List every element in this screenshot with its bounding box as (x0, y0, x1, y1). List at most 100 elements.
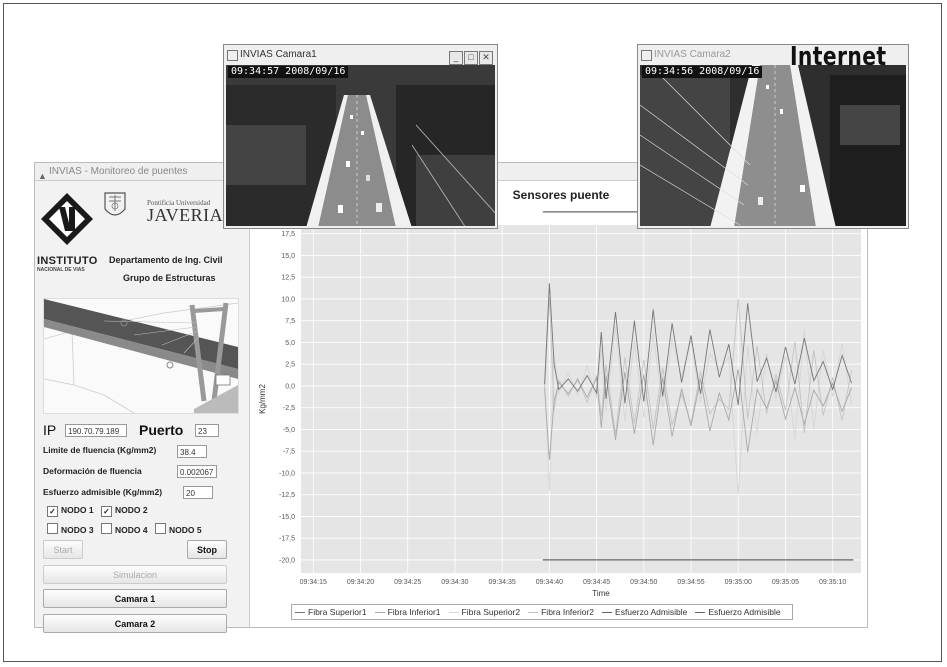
legend-item: Fibra Inferior1 (374, 607, 441, 617)
simulation-button[interactable]: Simulacion (43, 565, 227, 584)
y-tick-label: -17,5 (279, 536, 295, 543)
node-5-checkbox[interactable]: NODO 5 (155, 523, 202, 535)
chart-title: Sensores puente (513, 188, 610, 202)
node-2-label: NODO 2 (115, 505, 148, 515)
x-tick-label: 09:34:35 (489, 579, 516, 586)
internet-label: Internet (790, 42, 887, 72)
y-tick-label: -2,5 (283, 405, 295, 412)
bridge-model-image (43, 298, 239, 414)
node-2-checkbox[interactable]: ✓ NODO 2 (101, 505, 148, 517)
legend-label: Fibra Inferior2 (541, 607, 595, 617)
legend-swatch (448, 612, 459, 614)
invias-institute-name: INSTITUTO (37, 255, 98, 267)
javeriana-seal-icon (104, 192, 126, 216)
y-axis-label: Kg/mm2 (258, 384, 267, 414)
node-3-checkbox[interactable]: NODO 3 (47, 523, 94, 535)
x-tick-label: 09:34:40 (536, 579, 563, 586)
legend-item: Fibra Superior2 (448, 607, 521, 617)
camera-1-title: INVIAS Camara1 (240, 49, 317, 60)
node-3-label: NODO 3 (61, 525, 94, 535)
legend-label: Fibra Inferior1 (387, 607, 441, 617)
legend-swatch (374, 612, 385, 614)
legend-label: Esfuerzo Admisible (708, 607, 781, 617)
legend-swatch (695, 612, 706, 614)
x-tick-label: 09:34:25 (394, 579, 421, 586)
y-tick-label: -12,5 (279, 492, 295, 499)
java-app-icon (641, 50, 652, 61)
checkbox-unchecked-icon (155, 523, 166, 534)
start-button[interactable]: Start (43, 540, 83, 559)
camera-2-title: INVIAS Camara2 (654, 49, 731, 60)
y-tick-label: 2,5 (285, 362, 295, 369)
stop-button[interactable]: Stop (187, 540, 227, 559)
legend-label: Fibra Superior1 (308, 607, 367, 617)
x-tick-label: 09:34:20 (347, 579, 374, 586)
yield-limit-label: Limite de fluencia (Kg/mm2) (43, 445, 157, 455)
java-app-icon (227, 50, 238, 61)
y-tick-label: 12,5 (281, 275, 295, 282)
y-tick-label: 17,5 (281, 231, 295, 238)
y-tick-label: 5,0 (285, 340, 295, 347)
yield-limit-input[interactable]: 38.4 (177, 445, 207, 458)
y-tick-label: -15,0 (279, 514, 295, 521)
department-label: Departamento de Ing. Civil (109, 255, 223, 265)
maximize-icon[interactable]: □ (464, 51, 478, 65)
chart-legend: Fibra Superior1 Fibra Inferior1 Fibra Supe… (291, 604, 793, 620)
yield-strain-label: Deformación de fluencia (43, 466, 142, 476)
group-label: Grupo de Estructuras (123, 273, 216, 283)
x-tick-label: 09:35:10 (819, 579, 846, 586)
camera-1-timestamp: 09:34:57 2008/09/16 (228, 66, 349, 78)
legend-item: Fibra Inferior2 (528, 607, 594, 617)
port-input[interactable]: 23 (195, 424, 219, 437)
legend-item: Esfuerzo Admisible (602, 607, 687, 617)
node-4-label: NODO 4 (115, 525, 148, 535)
x-tick-label: 09:34:45 (583, 579, 610, 586)
legend-item: Esfuerzo Admisible (695, 607, 781, 617)
yield-strain-input[interactable]: 0.002067 (177, 465, 217, 478)
x-tick-label: 09:34:50 (630, 579, 657, 586)
camera-1-window: INVIAS Camara1 _ □ ✕ 09:34:57 2008/09/16 (223, 44, 498, 229)
allowable-stress-label: Esfuerzo admisible (Kg/mm2) (43, 487, 163, 497)
invias-institute-subtitle: NACIONAL DE VIAS (37, 267, 85, 273)
y-tick-label: -7,5 (283, 449, 295, 456)
allowable-stress-input[interactable]: 20 (183, 486, 213, 499)
x-tick-label: 09:35:00 (725, 579, 752, 586)
checkbox-unchecked-icon (101, 523, 112, 534)
y-tick-label: -20,0 (279, 557, 295, 564)
main-window: ▲ INVIAS - Monitoreo de puentes Pontific… (34, 162, 868, 633)
camera-2-feed: 09:34:56 2008/09/16 (640, 65, 906, 226)
y-tick-label: -5,0 (283, 427, 295, 434)
legend-swatch (528, 612, 539, 614)
x-tick-label: 09:35:05 (772, 579, 799, 586)
legend-swatch (295, 612, 305, 614)
x-tick-label: 09:34:15 (300, 579, 327, 586)
node-4-checkbox[interactable]: NODO 4 (101, 523, 148, 535)
main-window-title: INVIAS - Monitoreo de puentes (49, 166, 188, 177)
close-icon[interactable]: ✕ (479, 51, 493, 65)
y-tick-label: 0,0 (285, 383, 295, 390)
legend-swatch (602, 612, 613, 614)
legend-label: Esfuerzo Admisible (615, 607, 688, 617)
checkbox-unchecked-icon (47, 523, 58, 534)
y-tick-label: 15,0 (281, 253, 295, 260)
minimize-icon[interactable]: _ (449, 51, 463, 65)
camera-1-titlebar[interactable]: INVIAS Camara1 _ □ ✕ (224, 45, 497, 65)
node-1-checkbox[interactable]: ✓ NODO 1 (47, 505, 94, 517)
camera-2-button[interactable]: Camara 2 (43, 614, 227, 633)
ip-label: IP (43, 422, 57, 438)
camera-1-button[interactable]: Camara 1 (43, 589, 227, 608)
x-tick-label: 09:34:55 (677, 579, 704, 586)
sensor-chart-panel: Sensores puente 17,5 15,0 12,5 10,0 7,5 5,0 2,5… (251, 181, 867, 627)
legend-item: Fibra Superior1 (295, 607, 367, 617)
y-tick-label: -10,0 (279, 470, 295, 477)
x-tick-label: 09:34:30 (441, 579, 468, 586)
checkbox-checked-icon: ✓ (47, 506, 58, 517)
y-tick-label: 7,5 (285, 318, 295, 325)
node-1-label: NODO 1 (61, 505, 94, 515)
sensor-chart: Sensores puente 17,5 15,0 12,5 10,0 7,5 5,0 2,5… (258, 188, 861, 598)
camera-1-feed: 09:34:57 2008/09/16 (226, 65, 495, 226)
camera-2-timestamp: 09:34:56 2008/09/16 (642, 66, 763, 78)
ip-input[interactable]: 190.70.79.189 (65, 424, 127, 437)
legend-label: Fibra Superior2 (461, 607, 521, 617)
port-label: Puerto (139, 422, 184, 438)
